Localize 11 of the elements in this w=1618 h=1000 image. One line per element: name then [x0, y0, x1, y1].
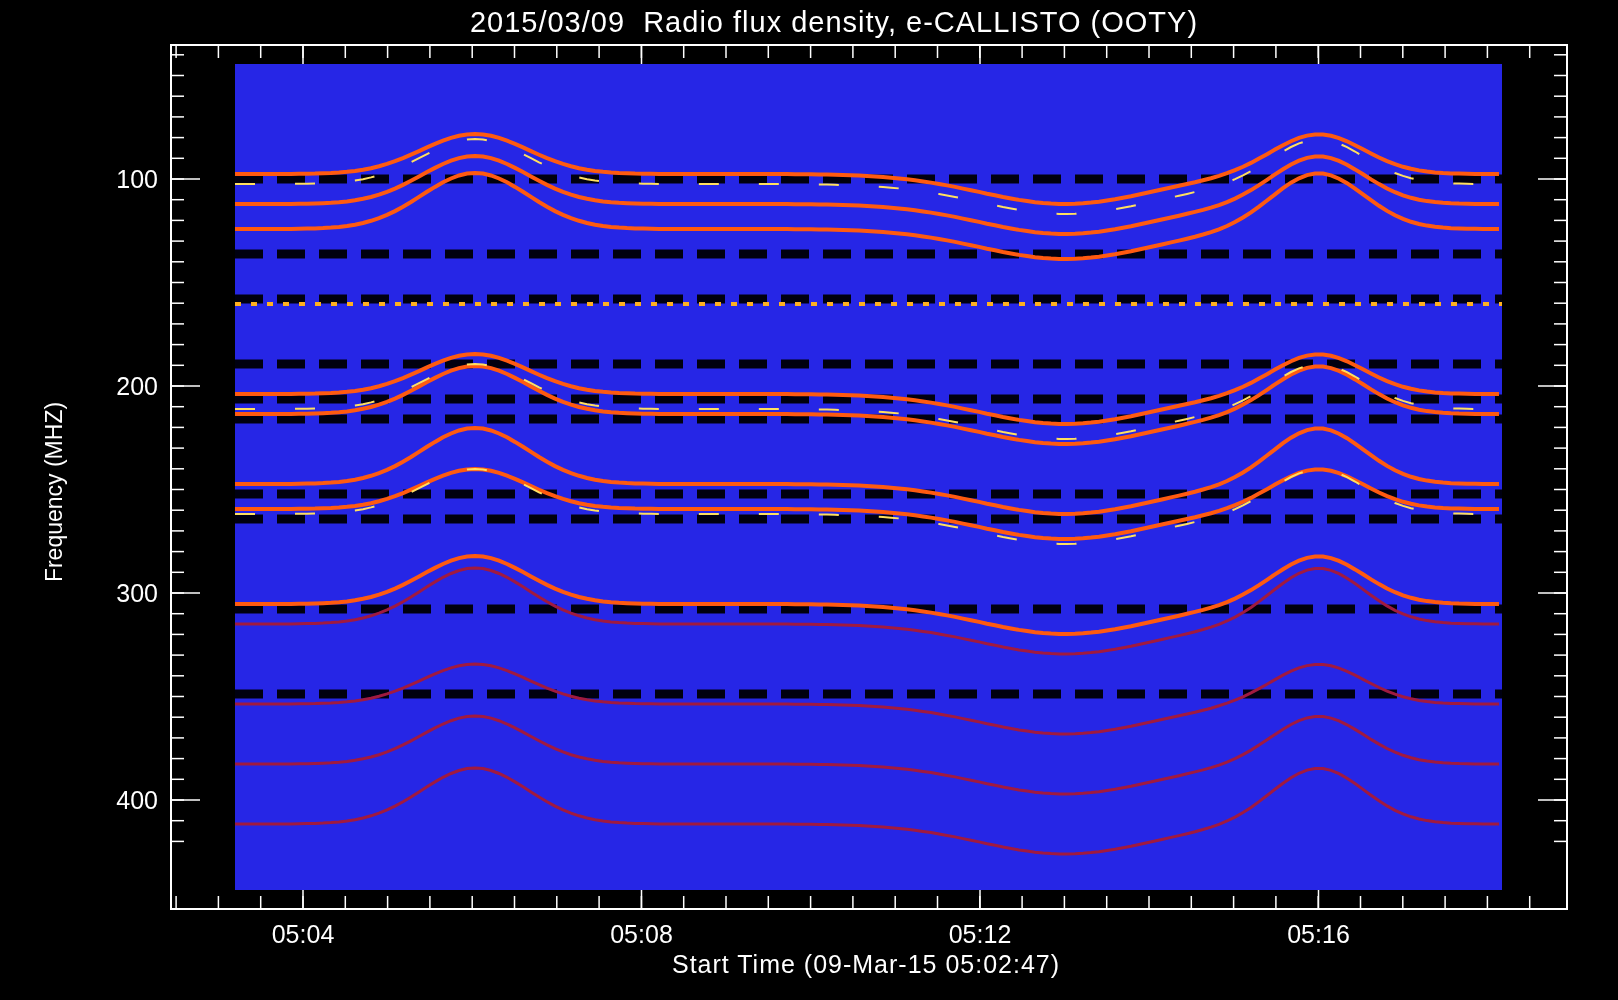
y-tick-label: 100	[116, 166, 158, 192]
x-tick-label: 05:12	[948, 922, 1012, 947]
x-axis-label: Start Time (09-Mar-15 05:02:47)	[671, 952, 1061, 977]
chart-title: 2015/03/09 Radio flux density, e-CALLISTO (OOTY)	[469, 7, 1199, 37]
x-tick-label: 05:08	[610, 922, 673, 947]
y-tick-label: 400	[116, 787, 158, 813]
y-tick-label: 300	[116, 580, 158, 606]
y-axis-label: Frequency (MHZ)	[41, 401, 67, 583]
y-tick-label: 200	[116, 373, 158, 399]
x-tick-label: 05:16	[1287, 922, 1350, 947]
x-tick-label: 05:04	[271, 922, 335, 947]
